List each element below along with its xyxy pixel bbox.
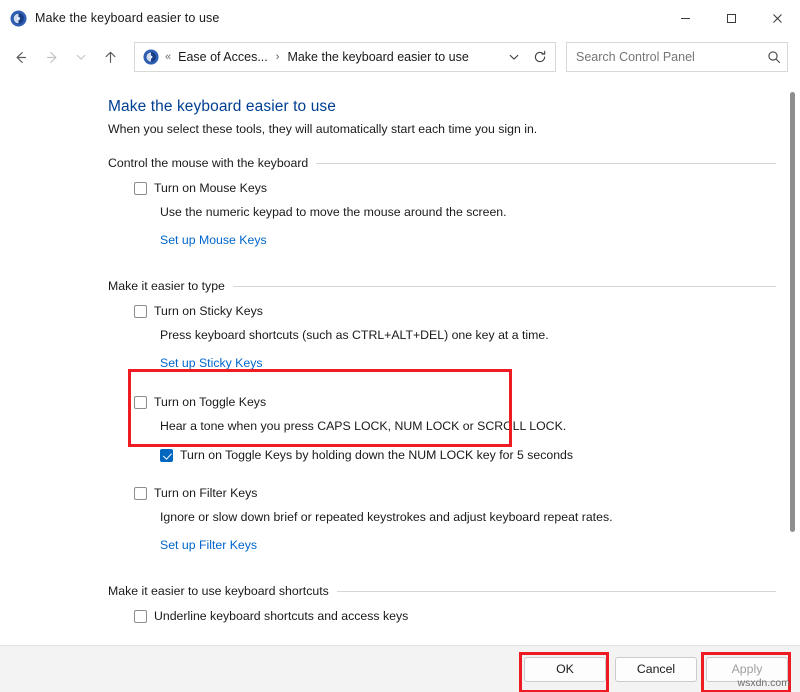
checkbox-turn-on-filter-keys[interactable] [134, 487, 147, 500]
caption-button-group [662, 0, 800, 36]
content-area: Make the keyboard easier to use When you… [0, 78, 800, 645]
checkbox-label-sticky-keys: Turn on Sticky Keys [154, 304, 263, 318]
breadcrumb-separator-icon: › [275, 51, 280, 63]
checkbox-turn-on-mouse-keys[interactable] [134, 182, 147, 195]
close-button[interactable] [754, 0, 800, 36]
link-set-up-mouse-keys[interactable]: Set up Mouse Keys [160, 233, 776, 247]
link-set-up-filter-keys[interactable]: Set up Filter Keys [160, 538, 776, 552]
section-header: Make it easier to use keyboard shortcuts [108, 584, 776, 598]
section-divider [232, 285, 776, 287]
up-button[interactable] [94, 42, 126, 72]
checkbox-turn-on-sticky-keys[interactable] [134, 305, 147, 318]
section-header-label: Control the mouse with the keyboard [108, 156, 309, 170]
minimize-button[interactable] [662, 0, 708, 36]
section-make-it-easier-to-type: Make it easier to type Turn on Sticky Ke… [108, 279, 776, 370]
description-filter-keys: Ignore or slow down brief or repeated ke… [160, 510, 613, 524]
search-input[interactable] [576, 50, 767, 64]
breadcrumb-ease-of-access[interactable]: Ease of Acces... [176, 48, 270, 66]
checkbox-row-toggle-keys[interactable]: Turn on Toggle Keys [134, 394, 776, 410]
section-divider [316, 162, 776, 164]
title-bar: Make the keyboard easier to use [0, 0, 800, 36]
ok-button[interactable]: OK [524, 656, 606, 682]
section-header-label: Make it easier to use keyboard shortcuts [108, 584, 329, 598]
section-toggle-keys: Turn on Toggle Keys Hear a tone when you… [108, 394, 776, 463]
description-sticky-keys: Press keyboard shortcuts (such as CTRL+A… [160, 328, 549, 342]
navigation-bar: « Ease of Acces... › Make the keyboard e… [0, 36, 800, 78]
ease-of-access-icon [143, 49, 159, 65]
checkbox-turn-on-toggle-keys[interactable] [134, 396, 147, 409]
maximize-button[interactable] [708, 0, 754, 36]
checkbox-toggle-keys-numlock-hold[interactable] [160, 449, 173, 462]
breadcrumb-current[interactable]: Make the keyboard easier to use [285, 48, 470, 66]
cancel-button-wrap: Cancel [606, 656, 697, 682]
back-button[interactable] [4, 42, 36, 72]
address-bar[interactable]: « Ease of Acces... › Make the keyboard e… [134, 42, 556, 72]
description-toggle-keys: Hear a tone when you press CAPS LOCK, NU… [160, 419, 567, 433]
section-keyboard-shortcuts: Make it easier to use keyboard shortcuts… [108, 584, 776, 624]
section-divider [336, 590, 776, 592]
dialog-footer: OK Cancel Apply wsxdn.com [0, 645, 800, 692]
checkbox-label-underline-shortcuts: Underline keyboard shortcuts and access … [154, 609, 409, 623]
section-filter-keys: Turn on Filter Keys Ignore or slow down … [108, 485, 776, 552]
checkbox-row-sticky-keys[interactable]: Turn on Sticky Keys [134, 303, 776, 319]
forward-button[interactable] [36, 42, 68, 72]
description-mouse-keys: Use the numeric keypad to move the mouse… [160, 205, 507, 219]
window-title: Make the keyboard easier to use [35, 11, 220, 25]
recent-locations-button[interactable] [68, 42, 94, 72]
section-header: Make it easier to type [108, 279, 776, 293]
ok-button-wrap: OK [515, 651, 609, 692]
checkbox-label-toggle-keys: Turn on Toggle Keys [154, 395, 267, 409]
checkbox-row-underline-shortcuts[interactable]: Underline keyboard shortcuts and access … [134, 608, 776, 624]
link-set-up-sticky-keys[interactable]: Set up Sticky Keys [160, 356, 776, 370]
checkbox-underline-keyboard-shortcuts[interactable] [134, 610, 147, 623]
checkbox-row-toggle-keys-numlock[interactable]: Turn on Toggle Keys by holding down the … [160, 447, 776, 463]
search-icon[interactable] [767, 50, 781, 64]
section-header: Control the mouse with the keyboard [108, 156, 776, 170]
vertical-scrollbar[interactable] [788, 82, 797, 628]
chevron-down-icon[interactable] [501, 44, 527, 70]
checkbox-label-filter-keys: Turn on Filter Keys [154, 486, 258, 500]
page-subtitle: When you select these tools, they will a… [108, 122, 538, 136]
checkbox-label-mouse-keys: Turn on Mouse Keys [154, 181, 268, 195]
scrollbar-thumb[interactable] [790, 92, 795, 532]
control-panel-window: Make the keyboard easier to use « Ease o… [0, 0, 800, 692]
ease-of-access-icon [10, 10, 27, 27]
checkbox-row-filter-keys[interactable]: Turn on Filter Keys [134, 485, 776, 501]
breadcrumb-overflow[interactable]: « [165, 51, 171, 63]
checkbox-row-mouse-keys[interactable]: Turn on Mouse Keys [134, 180, 776, 196]
refresh-icon[interactable] [527, 44, 553, 70]
section-header-label: Make it easier to type [108, 279, 225, 293]
search-box[interactable] [566, 42, 788, 72]
page-title: Make the keyboard easier to use [108, 98, 336, 115]
section-control-mouse-with-keyboard: Control the mouse with the keyboard Turn… [108, 156, 776, 247]
cancel-button[interactable]: Cancel [615, 656, 697, 682]
checkbox-label-toggle-keys-numlock-hold: Turn on Toggle Keys by holding down the … [180, 448, 574, 462]
watermark: wsxdn.com [737, 677, 790, 689]
